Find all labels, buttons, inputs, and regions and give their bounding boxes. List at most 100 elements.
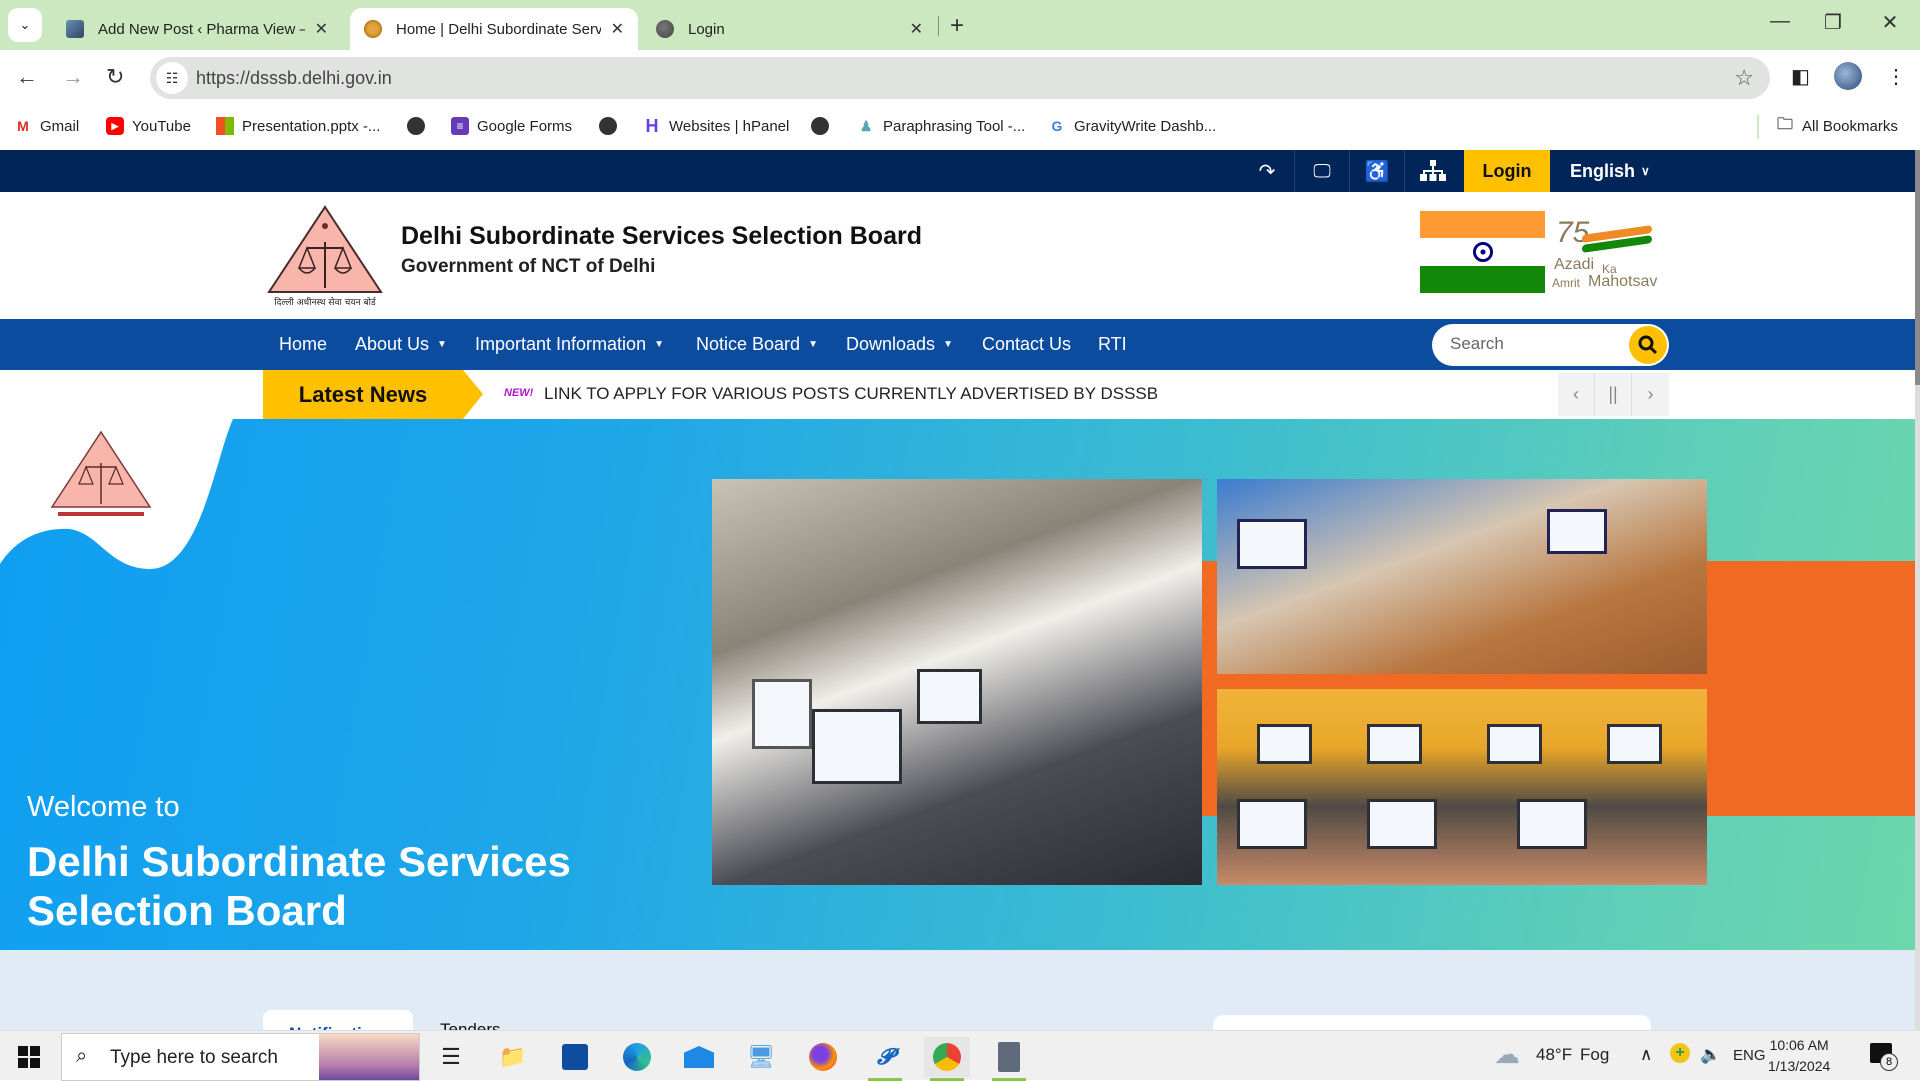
search-button[interactable] [1629,326,1667,364]
news-pause-button[interactable]: || [1595,373,1632,416]
language-select[interactable]: English ∨ [1570,150,1650,192]
page-scrollbar-thumb[interactable] [1915,150,1920,385]
system-clock[interactable]: 10:06 AM 1/13/2024 [1768,1035,1830,1077]
tray-app-icon[interactable]: + [1670,1043,1690,1063]
news-next-button[interactable]: › [1632,373,1669,416]
caret-down-icon: ▼ [808,339,818,350]
tab-search-button[interactable]: ⌄ [8,8,42,42]
close-window-button[interactable]: ✕ [1870,10,1910,35]
close-tab-icon[interactable]: ✕ [611,19,624,39]
bookmark-globe[interactable] [599,117,625,135]
all-bookmarks-button[interactable]: 🗀 All Bookmarks [1776,116,1898,135]
news-label-arrow [463,370,483,419]
menu-kebab-icon[interactable]: ⋮ [1886,64,1906,89]
emblem-icon [364,20,382,38]
taskbar-search[interactable]: ⌕ Type here to search [61,1033,420,1081]
language-label: English [1570,160,1636,181]
browser-tab[interactable]: Add New Post ‹ Pharma View — ✕ [52,8,342,50]
microsoft-icon [216,117,234,135]
azadi-ka-amrit-mahotsav-logo: 75 Azadi Ka Amrit Mahotsav [1552,216,1664,294]
globe-icon [656,20,674,38]
banner-title-line: Delhi Subordinate Services [27,838,571,885]
caret-down-icon: ▼ [437,339,447,350]
new-tab-button[interactable]: + [950,12,964,40]
browser-tab-active[interactable]: Home | Delhi Subordinate Servi ✕ [350,8,638,50]
tab-notifications[interactable]: Notifications [263,1010,413,1030]
weather-temp[interactable]: 48°F [1536,1045,1572,1065]
chevron-down-icon: ∨ [1641,164,1650,178]
news-prev-button[interactable]: ‹ [1558,373,1595,416]
bookmark-paraphrasing[interactable]: ♟ Paraphrasing Tool -... [857,117,1026,135]
nav-downloads[interactable]: Downloads ▼ [846,319,953,370]
edge-icon[interactable] [614,1037,660,1077]
profile-avatar[interactable] [1834,62,1862,90]
site-header: दिल्ली अधीनस्थ सेवा चयन बोर्ड Delhi Subo… [0,192,1920,319]
bookmark-star-icon[interactable]: ☆ [1734,65,1754,91]
nav-home[interactable]: Home [279,319,327,370]
profile-thumbnail-icon [66,20,84,38]
calculator-icon[interactable] [986,1037,1032,1081]
nav-about-us[interactable]: About Us ▼ [355,319,447,370]
clock-date: 1/13/2024 [1768,1058,1831,1074]
back-button[interactable]: ← [16,64,38,90]
weather-condition[interactable]: Fog [1580,1045,1609,1065]
close-tab-icon[interactable]: ✕ [910,19,923,39]
chrome-icon[interactable] [924,1037,970,1081]
task-view-icon[interactable]: ☰ [428,1037,474,1077]
latest-news-ticker: Latest News NEW! LINK TO APPLY FOR VARIO… [0,370,1920,419]
nav-label: About Us [355,334,430,354]
search-input[interactable] [1450,334,1610,354]
show-hidden-icons[interactable]: ∧ [1640,1045,1652,1065]
nav-important-information[interactable]: Important Information ▼ [475,319,664,370]
url-text[interactable]: https://dsssb.delhi.gov.in [196,68,392,89]
site-info-icon[interactable]: ☷ [156,62,188,94]
network-computer-icon[interactable]: 🖥 [738,1037,784,1077]
caret-down-icon: ▼ [943,339,953,350]
gmail-icon: M [17,118,29,134]
browser-tab[interactable]: Login ✕ [642,8,937,50]
google-forms-icon: ≡ [451,117,469,135]
file-explorer-icon[interactable]: 📁 [490,1037,536,1077]
side-panel-icon[interactable]: ◧ [1791,64,1810,89]
bookmark-gravitywrite[interactable]: G GravityWrite Dashb... [1048,117,1217,135]
reload-button[interactable]: ↻ [106,64,124,90]
bookmark-youtube[interactable]: ▶ YouTube [106,117,191,135]
bookmark-google-forms[interactable]: ≡ Google Forms [451,117,572,135]
tab-tenders[interactable]: Tenders [440,1020,500,1030]
nav-rti[interactable]: RTI [1098,319,1127,370]
nav-contact-us[interactable]: Contact Us [982,319,1071,370]
bookmark-globe[interactable] [811,117,837,135]
caret-down-icon: ▼ [654,339,664,350]
microsoft-store-icon[interactable] [552,1037,598,1077]
bookmark-gmail[interactable]: M Gmail [14,117,79,135]
screen-reader-icon[interactable]: 🖵 [1295,150,1350,192]
close-tab-icon[interactable]: ✕ [315,19,328,39]
address-bar[interactable]: ☷ https://dsssb.delhi.gov.in ☆ [150,57,1770,99]
bookmark-globe[interactable] [407,117,433,135]
input-language[interactable]: ENG [1733,1047,1766,1064]
sitemap-icon[interactable] [1405,150,1460,192]
login-button[interactable]: Login [1464,150,1550,192]
weather-fog-icon[interactable]: ☁ [1494,1039,1520,1070]
nav-notice-board[interactable]: Notice Board ▼ [696,319,818,370]
gravitywrite-icon: G [1051,118,1063,134]
restore-button[interactable]: ❐ [1813,10,1853,35]
globe-icon [599,117,617,135]
editor-app-icon[interactable]: 𝓟 [862,1037,908,1081]
dsssb-logo[interactable]: दिल्ली अधीनस्थ सेवा चयन बोर्ड [263,204,387,309]
forward-button[interactable]: → [62,64,84,90]
minimize-button[interactable]: — [1760,10,1800,33]
search-icon: ⌕ [76,1045,88,1067]
accessibility-icon[interactable]: ♿ [1350,150,1405,192]
news-item-link[interactable]: LINK TO APPLY FOR VARIOUS POSTS CURRENTL… [544,384,1158,404]
skip-to-content-icon[interactable]: ↷ [1240,150,1295,192]
mail-icon[interactable] [676,1037,722,1077]
clock-time: 10:06 AM [1769,1037,1829,1053]
firefox-icon[interactable] [800,1037,846,1077]
india-flag [1420,211,1545,293]
aka-mahotsav: Mahotsav [1588,273,1658,290]
bookmark-hpanel[interactable]: H Websites | hPanel [643,116,790,136]
bookmark-presentation[interactable]: Presentation.pptx -... [216,117,380,135]
start-button[interactable] [18,1046,40,1068]
volume-icon[interactable]: 🔈 [1700,1045,1721,1065]
